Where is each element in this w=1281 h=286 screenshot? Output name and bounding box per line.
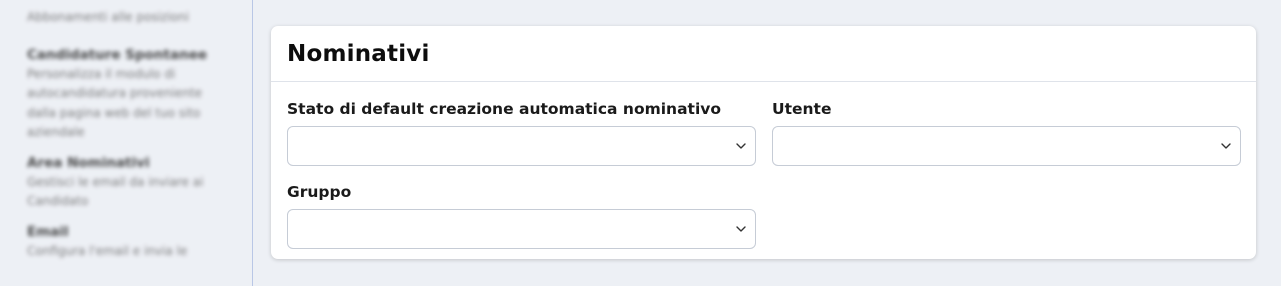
stato-default-field: Stato di default creazione automatica no… <box>287 99 756 166</box>
stato-default-select[interactable] <box>287 126 756 166</box>
sidebar-content: Abbonamenti alle posizioni Candidature S… <box>27 8 225 261</box>
gruppo-select[interactable] <box>287 209 756 249</box>
utente-label: Utente <box>772 100 832 118</box>
sidebar-top-text: Abbonamenti alle posizioni <box>27 10 189 24</box>
utente-field: Utente <box>772 99 1241 166</box>
utente-select[interactable] <box>772 126 1241 166</box>
chevron-down-icon <box>1221 143 1231 149</box>
gruppo-field: Gruppo <box>287 182 756 249</box>
sidebar-item-candidature[interactable]: Candidature Spontanee Personalizza il mo… <box>27 45 225 143</box>
chevron-down-icon <box>736 143 746 149</box>
sidebar: Abbonamenti alle posizioni Candidature S… <box>0 0 253 286</box>
sidebar-item-email[interactable]: Email Configura l'email e invia le <box>27 222 225 262</box>
sidebar-item-desc: Gestisci le email da inviare ai Candidat… <box>27 174 204 209</box>
gruppo-label: Gruppo <box>287 183 352 201</box>
sidebar-item-title: Area Nominativi <box>27 154 150 171</box>
sidebar-item-desc: Personalizza il modulo di autocandidatur… <box>27 66 203 140</box>
card-header: Nominativi <box>271 26 1256 82</box>
sidebar-item-title: Candidature Spontanee <box>27 46 208 63</box>
stato-default-label: Stato di default creazione automatica no… <box>287 100 722 118</box>
nominativi-card: Nominativi Stato di default creazione au… <box>271 26 1256 259</box>
chevron-down-icon <box>736 226 746 232</box>
sidebar-item-area-nominativi[interactable]: Area Nominativi Gestisci le email da inv… <box>27 153 225 212</box>
card-title: Nominativi <box>287 40 430 67</box>
sidebar-item-title: Email <box>27 223 69 240</box>
sidebar-item-desc: Configura l'email e invia le <box>27 243 188 258</box>
